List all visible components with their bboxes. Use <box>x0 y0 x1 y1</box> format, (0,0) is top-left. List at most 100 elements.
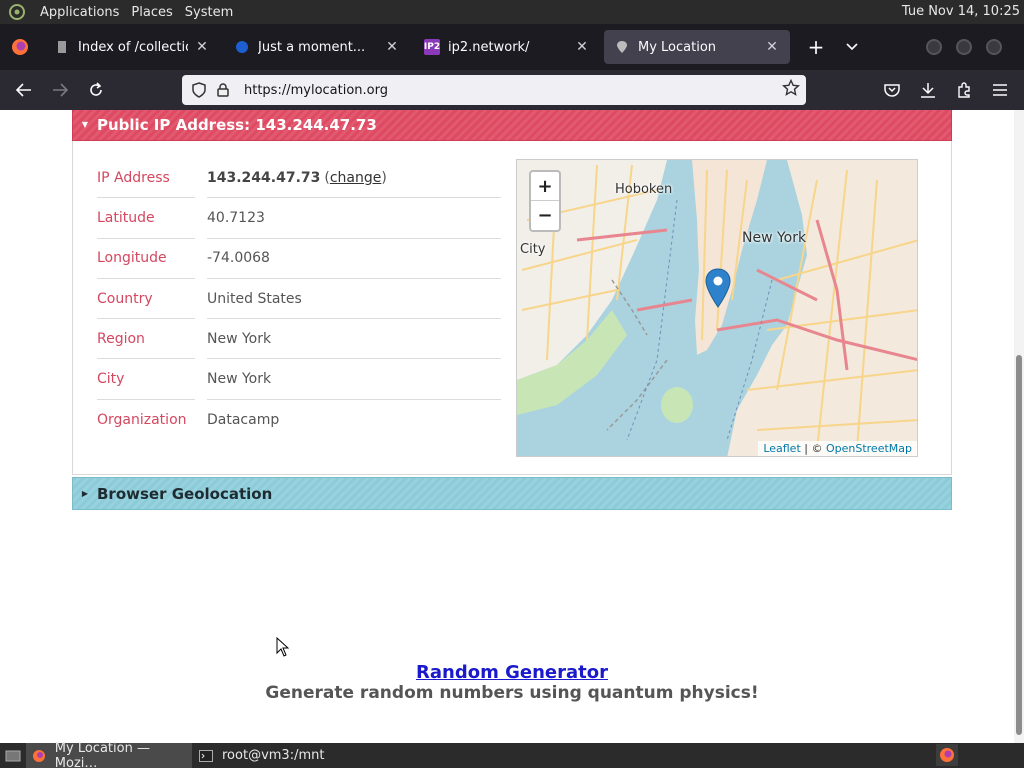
list-all-tabs-button[interactable] <box>834 30 870 64</box>
row-value: United States <box>207 279 501 320</box>
minimize-window-button[interactable] <box>926 39 942 55</box>
table-row: City New York <box>97 359 501 400</box>
table-row: Latitude 40.7123 <box>97 198 501 239</box>
page-scrollbar[interactable] <box>1014 110 1024 743</box>
close-window-button[interactable] <box>986 39 1002 55</box>
terminal-icon <box>198 748 214 764</box>
table-row: Region New York <box>97 319 501 360</box>
browser-geolocation-panel-header[interactable]: ▶ Browser Geolocation <box>72 477 952 510</box>
random-generator-link[interactable]: Random Generator <box>0 662 1014 683</box>
back-button[interactable] <box>6 74 42 106</box>
map-attribution: Leaflet | © OpenStreetMap <box>758 441 917 456</box>
taskbar-item-firefox[interactable]: My Location — Mozi… <box>26 741 192 768</box>
row-value: -74.0068 <box>207 239 501 279</box>
row-value: 40.7123 <box>207 198 501 239</box>
close-tab-icon[interactable]: ✕ <box>764 39 780 55</box>
tab-bar: Index of /collection/Wi ✕ Just a moment.… <box>0 24 1024 70</box>
url-bar[interactable]: https://mylocation.org <box>182 75 806 105</box>
public-ip-panel-title: Public IP Address: 143.244.47.73 <box>97 115 377 134</box>
hamburger-menu-icon <box>993 84 1007 96</box>
downloads-button[interactable] <box>910 74 946 106</box>
zoom-in-button[interactable]: + <box>531 172 559 201</box>
top-panel: Applications Places System Tue Nov 14, 1… <box>0 0 1024 24</box>
ip-address-value: 143.244.47.73 <box>207 169 321 186</box>
menu-places[interactable]: Places <box>125 5 178 20</box>
row-value: Datacamp <box>207 411 280 428</box>
row-value: New York <box>207 319 501 360</box>
row-key: Country <box>97 279 195 320</box>
map-label-city: City <box>520 242 546 257</box>
forward-button[interactable] <box>42 74 78 106</box>
desktop-icon <box>5 750 21 761</box>
browser-geolocation-title: Browser Geolocation <box>97 484 273 503</box>
tab-ip2-network[interactable]: IP2 ip2.network/ ✕ <box>414 30 600 64</box>
reload-button[interactable] <box>78 74 114 106</box>
map-zoom-control: + − <box>529 170 561 232</box>
tab-my-location[interactable]: My Location ✕ <box>604 30 790 64</box>
url-text[interactable]: https://mylocation.org <box>244 83 388 98</box>
close-tab-icon[interactable]: ✕ <box>574 39 590 55</box>
mouse-cursor-icon <box>276 636 290 661</box>
caret-right-icon: ▶ <box>81 489 89 498</box>
firefox-icon <box>32 748 47 764</box>
globe-icon <box>234 39 250 55</box>
new-tab-button[interactable]: + <box>798 30 834 64</box>
download-icon <box>921 83 935 98</box>
menu-system[interactable]: System <box>179 5 239 20</box>
leaflet-link[interactable]: Leaflet <box>763 442 800 455</box>
app-menu-button[interactable] <box>982 74 1018 106</box>
shield-icon[interactable] <box>188 79 210 101</box>
row-key: IP Address <box>97 158 195 199</box>
map-label-hoboken: Hoboken <box>615 182 673 197</box>
random-generator-subtitle: Generate random numbers using quantum ph… <box>265 683 759 703</box>
table-row: Country United States <box>97 279 501 320</box>
clock[interactable]: Tue Nov 14, 10:25 <box>902 4 1020 19</box>
menu-applications[interactable]: Applications <box>34 5 125 20</box>
lock-icon[interactable] <box>212 79 234 101</box>
change-ip-link[interactable]: change <box>330 170 382 186</box>
taskbar-item-terminal[interactable]: root@vm3:/mnt <box>192 743 330 768</box>
ip2-icon: IP2 <box>424 39 440 55</box>
row-key: City <box>97 359 195 400</box>
pocket-icon <box>884 84 900 97</box>
close-tab-icon[interactable]: ✕ <box>194 39 210 55</box>
row-value: 143.244.47.73 (change) <box>207 158 501 199</box>
location-pin-icon <box>614 39 630 55</box>
ip-info-table: IP Address 143.244.47.73 (change) Latitu… <box>97 158 501 440</box>
bottom-taskbar: My Location — Mozi… root@vm3:/mnt <box>0 741 1024 768</box>
show-desktop-button[interactable] <box>0 743 26 768</box>
tray-firefox-icon[interactable] <box>936 744 958 766</box>
tab-just-a-moment[interactable]: Just a moment... ✕ <box>224 30 410 64</box>
row-key: Region <box>97 319 195 360</box>
arrow-right-icon <box>53 83 68 97</box>
row-value: New York <box>207 359 501 400</box>
row-key: Latitude <box>97 198 195 239</box>
table-row: IP Address 143.244.47.73 (change) <box>97 158 501 199</box>
table-row: Organization Datacamp <box>97 400 501 440</box>
extensions-button[interactable] <box>946 74 982 106</box>
location-map[interactable]: + − Hoboken New York City Leaflet | © Op… <box>516 159 918 457</box>
map-tiles <box>517 160 917 456</box>
row-key: Organization <box>97 411 187 428</box>
tab-index-of-collection[interactable]: Index of /collection/Wi ✕ <box>44 30 220 64</box>
pocket-button[interactable] <box>874 74 910 106</box>
navigation-toolbar: https://mylocation.org <box>0 70 1024 110</box>
row-key: Longitude <box>97 239 195 279</box>
firefox-icon <box>0 24 40 70</box>
bookmark-star-icon[interactable] <box>781 78 801 101</box>
maximize-window-button[interactable] <box>956 39 972 55</box>
reload-icon <box>90 82 102 96</box>
zoom-out-button[interactable]: − <box>531 201 559 230</box>
openstreetmap-link[interactable]: OpenStreetMap <box>826 442 912 455</box>
public-ip-panel-header[interactable]: ▼ Public IP Address: 143.244.47.73 <box>72 110 952 141</box>
chevron-down-icon <box>846 43 858 51</box>
caret-down-icon: ▼ <box>81 120 89 129</box>
document-icon <box>54 39 70 55</box>
table-row: Longitude -74.0068 <box>97 239 501 279</box>
close-tab-icon[interactable]: ✕ <box>384 39 400 55</box>
map-label-new-york: New York <box>742 230 807 246</box>
puzzle-icon <box>958 82 970 98</box>
scrollbar-thumb[interactable] <box>1016 355 1022 735</box>
distro-logo-icon[interactable] <box>6 1 28 23</box>
arrow-left-icon <box>16 83 31 97</box>
